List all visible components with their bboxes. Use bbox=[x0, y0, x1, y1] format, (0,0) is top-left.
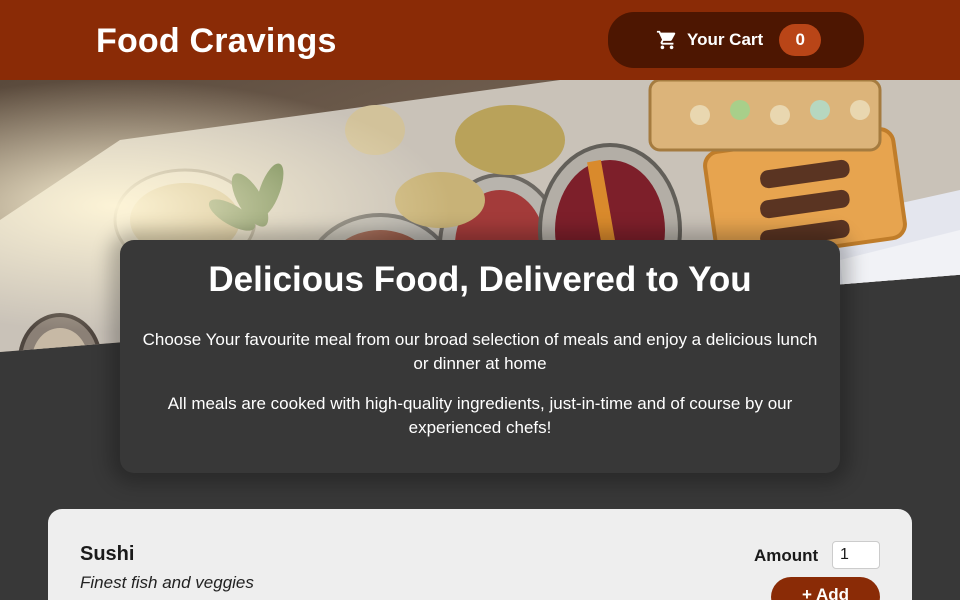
cart-button[interactable]: Your Cart 0 bbox=[608, 12, 864, 68]
cart-label: Your Cart bbox=[687, 30, 764, 49]
add-to-cart-button[interactable]: + Add bbox=[771, 577, 880, 600]
cart-count-badge: 0 bbox=[779, 24, 822, 56]
amount-label: Amount bbox=[754, 546, 819, 565]
meal-name: Sushi bbox=[80, 543, 135, 565]
app-header: Food Cravings Your Cart 0 bbox=[0, 0, 960, 80]
meals-list-card: Sushi Finest fish and veggies Amount + A… bbox=[48, 509, 912, 600]
cart-icon bbox=[656, 29, 678, 51]
amount-input[interactable] bbox=[832, 541, 880, 569]
summary-paragraph: All meals are cooked with high-quality i… bbox=[167, 394, 793, 437]
summary-heading: Delicious Food, Delivered to You bbox=[208, 260, 752, 299]
app-title: Food Cravings bbox=[96, 22, 337, 60]
meal-description: Finest fish and veggies bbox=[80, 573, 254, 592]
summary-paragraph: Choose Your favourite meal from our broa… bbox=[142, 330, 818, 373]
summary-card: Delicious Food, Delivered to You Choose … bbox=[120, 240, 840, 473]
